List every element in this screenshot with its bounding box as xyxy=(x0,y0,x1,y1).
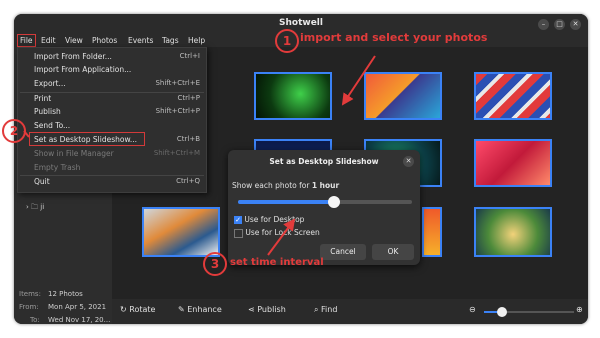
accel-quit: Ctrl+Q xyxy=(176,177,200,185)
close-icon[interactable]: ✕ xyxy=(570,19,581,30)
menu-tags[interactable]: Tags xyxy=(160,35,181,46)
from-value: Mon Apr 5, 2021 xyxy=(48,303,107,311)
publish-button[interactable]: ⋖ Publish xyxy=(248,305,286,314)
enhance-button[interactable]: ✎ Enhance xyxy=(178,305,222,314)
zoom-slider[interactable] xyxy=(484,307,574,317)
use-desktop-checkbox[interactable]: ✓ xyxy=(234,216,242,224)
annotation-step-1: 1 xyxy=(275,29,299,53)
from-label: From: xyxy=(19,303,39,311)
menu-separator xyxy=(20,175,204,176)
chevron-right-icon: › xyxy=(26,203,29,211)
photo-thumbnail[interactable] xyxy=(422,207,442,257)
menu-import-folder[interactable]: Import From Folder... xyxy=(34,52,112,61)
items-value: 12 Photos xyxy=(48,290,83,298)
menu-print[interactable]: Print xyxy=(34,94,51,103)
maximize-icon[interactable]: □ xyxy=(554,19,565,30)
photo-thumbnail[interactable] xyxy=(364,72,442,120)
menu-edit[interactable]: Edit xyxy=(39,35,58,46)
duration-slider-knob[interactable] xyxy=(327,196,340,208)
accel-import-folder: Ctrl+I xyxy=(179,52,200,60)
photo-thumbnail[interactable] xyxy=(474,72,552,120)
menu-show-file-manager: Show in File Manager xyxy=(34,149,114,158)
menu-separator xyxy=(20,92,204,93)
minimize-icon[interactable]: – xyxy=(538,19,549,30)
use-lock-checkbox[interactable] xyxy=(234,228,243,238)
sidebar-folder[interactable]: › 🗀 ji xyxy=(26,203,44,214)
window-title: Shotwell xyxy=(279,18,323,28)
cancel-button[interactable]: Cancel xyxy=(320,244,366,260)
menu-photos[interactable]: Photos xyxy=(90,35,119,46)
folder-icon: 🗀 xyxy=(31,203,39,211)
annotation-step-3: 3 xyxy=(203,252,227,276)
photo-thumbnail[interactable] xyxy=(254,72,332,120)
annotation-step-2: 2 xyxy=(2,119,26,143)
menu-send-to[interactable]: Send To... xyxy=(34,121,70,130)
use-desktop-option[interactable]: ✓ Use for Desktop xyxy=(234,215,304,224)
dialog-prompt: Show each photo for 1 hour xyxy=(232,181,340,190)
annotation-text-3: set time interval xyxy=(230,257,324,268)
duration-value: 1 hour xyxy=(311,181,340,190)
ok-button[interactable]: OK xyxy=(372,244,414,260)
menu-quit[interactable]: Quit xyxy=(34,177,50,186)
search-icon: ⌕ xyxy=(314,305,319,314)
photo-thumbnail[interactable] xyxy=(142,207,220,257)
photo-thumbnail[interactable] xyxy=(474,207,552,257)
find-button[interactable]: ⌕ Find xyxy=(314,305,337,315)
to-value: Wed Nov 17, 20... xyxy=(48,316,111,324)
file-menu-dropdown: Import From Folder... Ctrl+I Import From… xyxy=(17,47,207,193)
annotation-text-1: import and select your photos xyxy=(300,31,488,44)
accel-publish: Shift+Ctrl+P xyxy=(155,107,200,115)
photo-thumbnail[interactable] xyxy=(474,139,552,187)
accel-set-desktop-slideshow: Ctrl+B xyxy=(176,135,200,143)
rotate-button[interactable]: ↻ Rotate xyxy=(120,305,155,314)
menu-import-application[interactable]: Import From Application... xyxy=(34,65,131,74)
zoom-out-icon[interactable]: ⊖ xyxy=(469,305,476,314)
menu-events[interactable]: Events xyxy=(126,35,155,46)
accel-print: Ctrl+P xyxy=(177,94,200,102)
share-icon: ⋖ xyxy=(248,305,255,314)
dialog-close-icon[interactable]: ✕ xyxy=(403,156,414,167)
duration-slider[interactable] xyxy=(238,196,412,208)
bottom-toolbar: ↻ Rotate ✎ Enhance ⋖ Publish ⌕ Find ⊖ ⊕ xyxy=(112,299,588,324)
menu-empty-trash: Empty Trash xyxy=(34,163,81,172)
menu-export[interactable]: Export... xyxy=(34,79,66,88)
accel-show-file-manager: Shift+Ctrl+M xyxy=(153,149,200,157)
zoom-slider-knob[interactable] xyxy=(497,307,507,317)
rotate-icon: ↻ xyxy=(120,305,127,314)
menu-view[interactable]: View xyxy=(63,35,85,46)
items-label: Items: xyxy=(19,290,41,298)
dialog-title: Set as Desktop Slideshow xyxy=(269,157,379,166)
magic-wand-icon: ✎ xyxy=(178,305,185,314)
folder-label: ji xyxy=(40,203,45,211)
menu-publish[interactable]: Publish xyxy=(34,107,61,116)
to-label: To: xyxy=(30,316,40,324)
menu-help[interactable]: Help xyxy=(186,35,207,46)
menu-file[interactable]: File xyxy=(17,34,36,47)
slideshow-dialog: Set as Desktop Slideshow ✕ Show each pho… xyxy=(228,150,420,265)
duration-slider-fill xyxy=(238,200,334,204)
use-lock-option[interactable]: Use for Lock Screen xyxy=(234,228,320,238)
zoom-in-icon[interactable]: ⊕ xyxy=(576,305,583,314)
highlight-box xyxy=(29,132,145,146)
accel-export: Shift+Ctrl+E xyxy=(155,79,200,87)
